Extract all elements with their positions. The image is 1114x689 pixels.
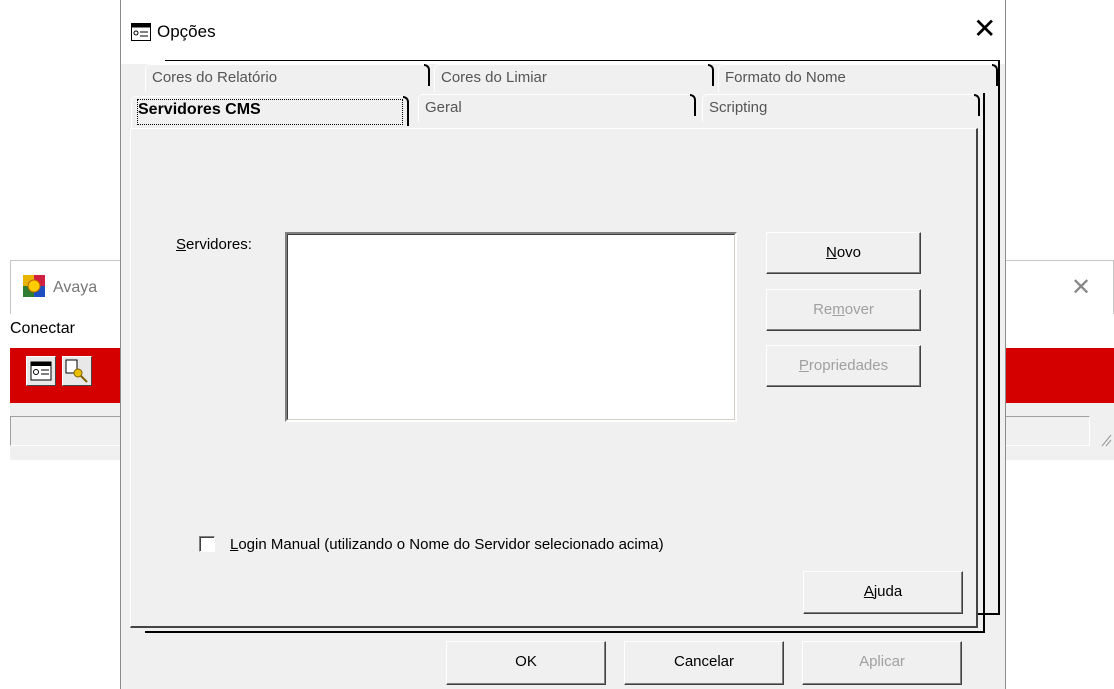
- options-dialog-icon: [131, 23, 151, 41]
- propriedades-button[interactable]: Propriedades: [766, 345, 921, 387]
- ok-button[interactable]: OK: [446, 641, 606, 685]
- tab-separator: [708, 64, 714, 86]
- menu-conectar[interactable]: Conectar: [10, 320, 75, 338]
- tab-separator: [403, 96, 409, 126]
- login-manual-label[interactable]: Login Manual (utilizando o Nome do Servi…: [230, 536, 664, 553]
- tab-separator: [424, 64, 430, 86]
- tab-geral[interactable]: Geral: [418, 94, 698, 122]
- remover-button[interactable]: Remover: [766, 289, 921, 331]
- tab-separator: [992, 64, 998, 86]
- servers-label: Servidores:: [176, 236, 252, 253]
- options-icon[interactable]: [26, 356, 56, 386]
- background-window-title: Avaya: [53, 279, 98, 296]
- tab-focus-rect: [137, 99, 403, 125]
- login-manual-checkbox[interactable]: [199, 536, 215, 552]
- tab-formato-do-nome[interactable]: Formato do Nome: [718, 64, 996, 92]
- tab-scripting[interactable]: Scripting: [702, 94, 978, 122]
- background-close-icon[interactable]: ✕: [1071, 273, 1091, 302]
- help-button[interactable]: Ajuda: [803, 571, 963, 614]
- close-icon[interactable]: ✕: [973, 14, 996, 44]
- avaya-app-icon: [23, 275, 45, 297]
- novo-button[interactable]: Novo: [766, 232, 921, 274]
- apply-button[interactable]: Aplicar: [802, 641, 962, 685]
- key-connect-icon[interactable]: [62, 356, 92, 386]
- tab-separator: [974, 94, 980, 116]
- tab-cores-do-limiar[interactable]: Cores do Limiar: [434, 64, 714, 92]
- dialog-title: Opções: [157, 22, 216, 41]
- dialog-titlebar: Opções ✕: [121, 0, 1005, 64]
- tab-separator: [690, 94, 696, 116]
- tab-cores-do-relatorio[interactable]: Cores do Relatório: [145, 64, 427, 92]
- servers-listbox[interactable]: [285, 232, 737, 422]
- cancel-button[interactable]: Cancelar: [624, 641, 784, 685]
- resize-grip-icon[interactable]: [1100, 431, 1112, 447]
